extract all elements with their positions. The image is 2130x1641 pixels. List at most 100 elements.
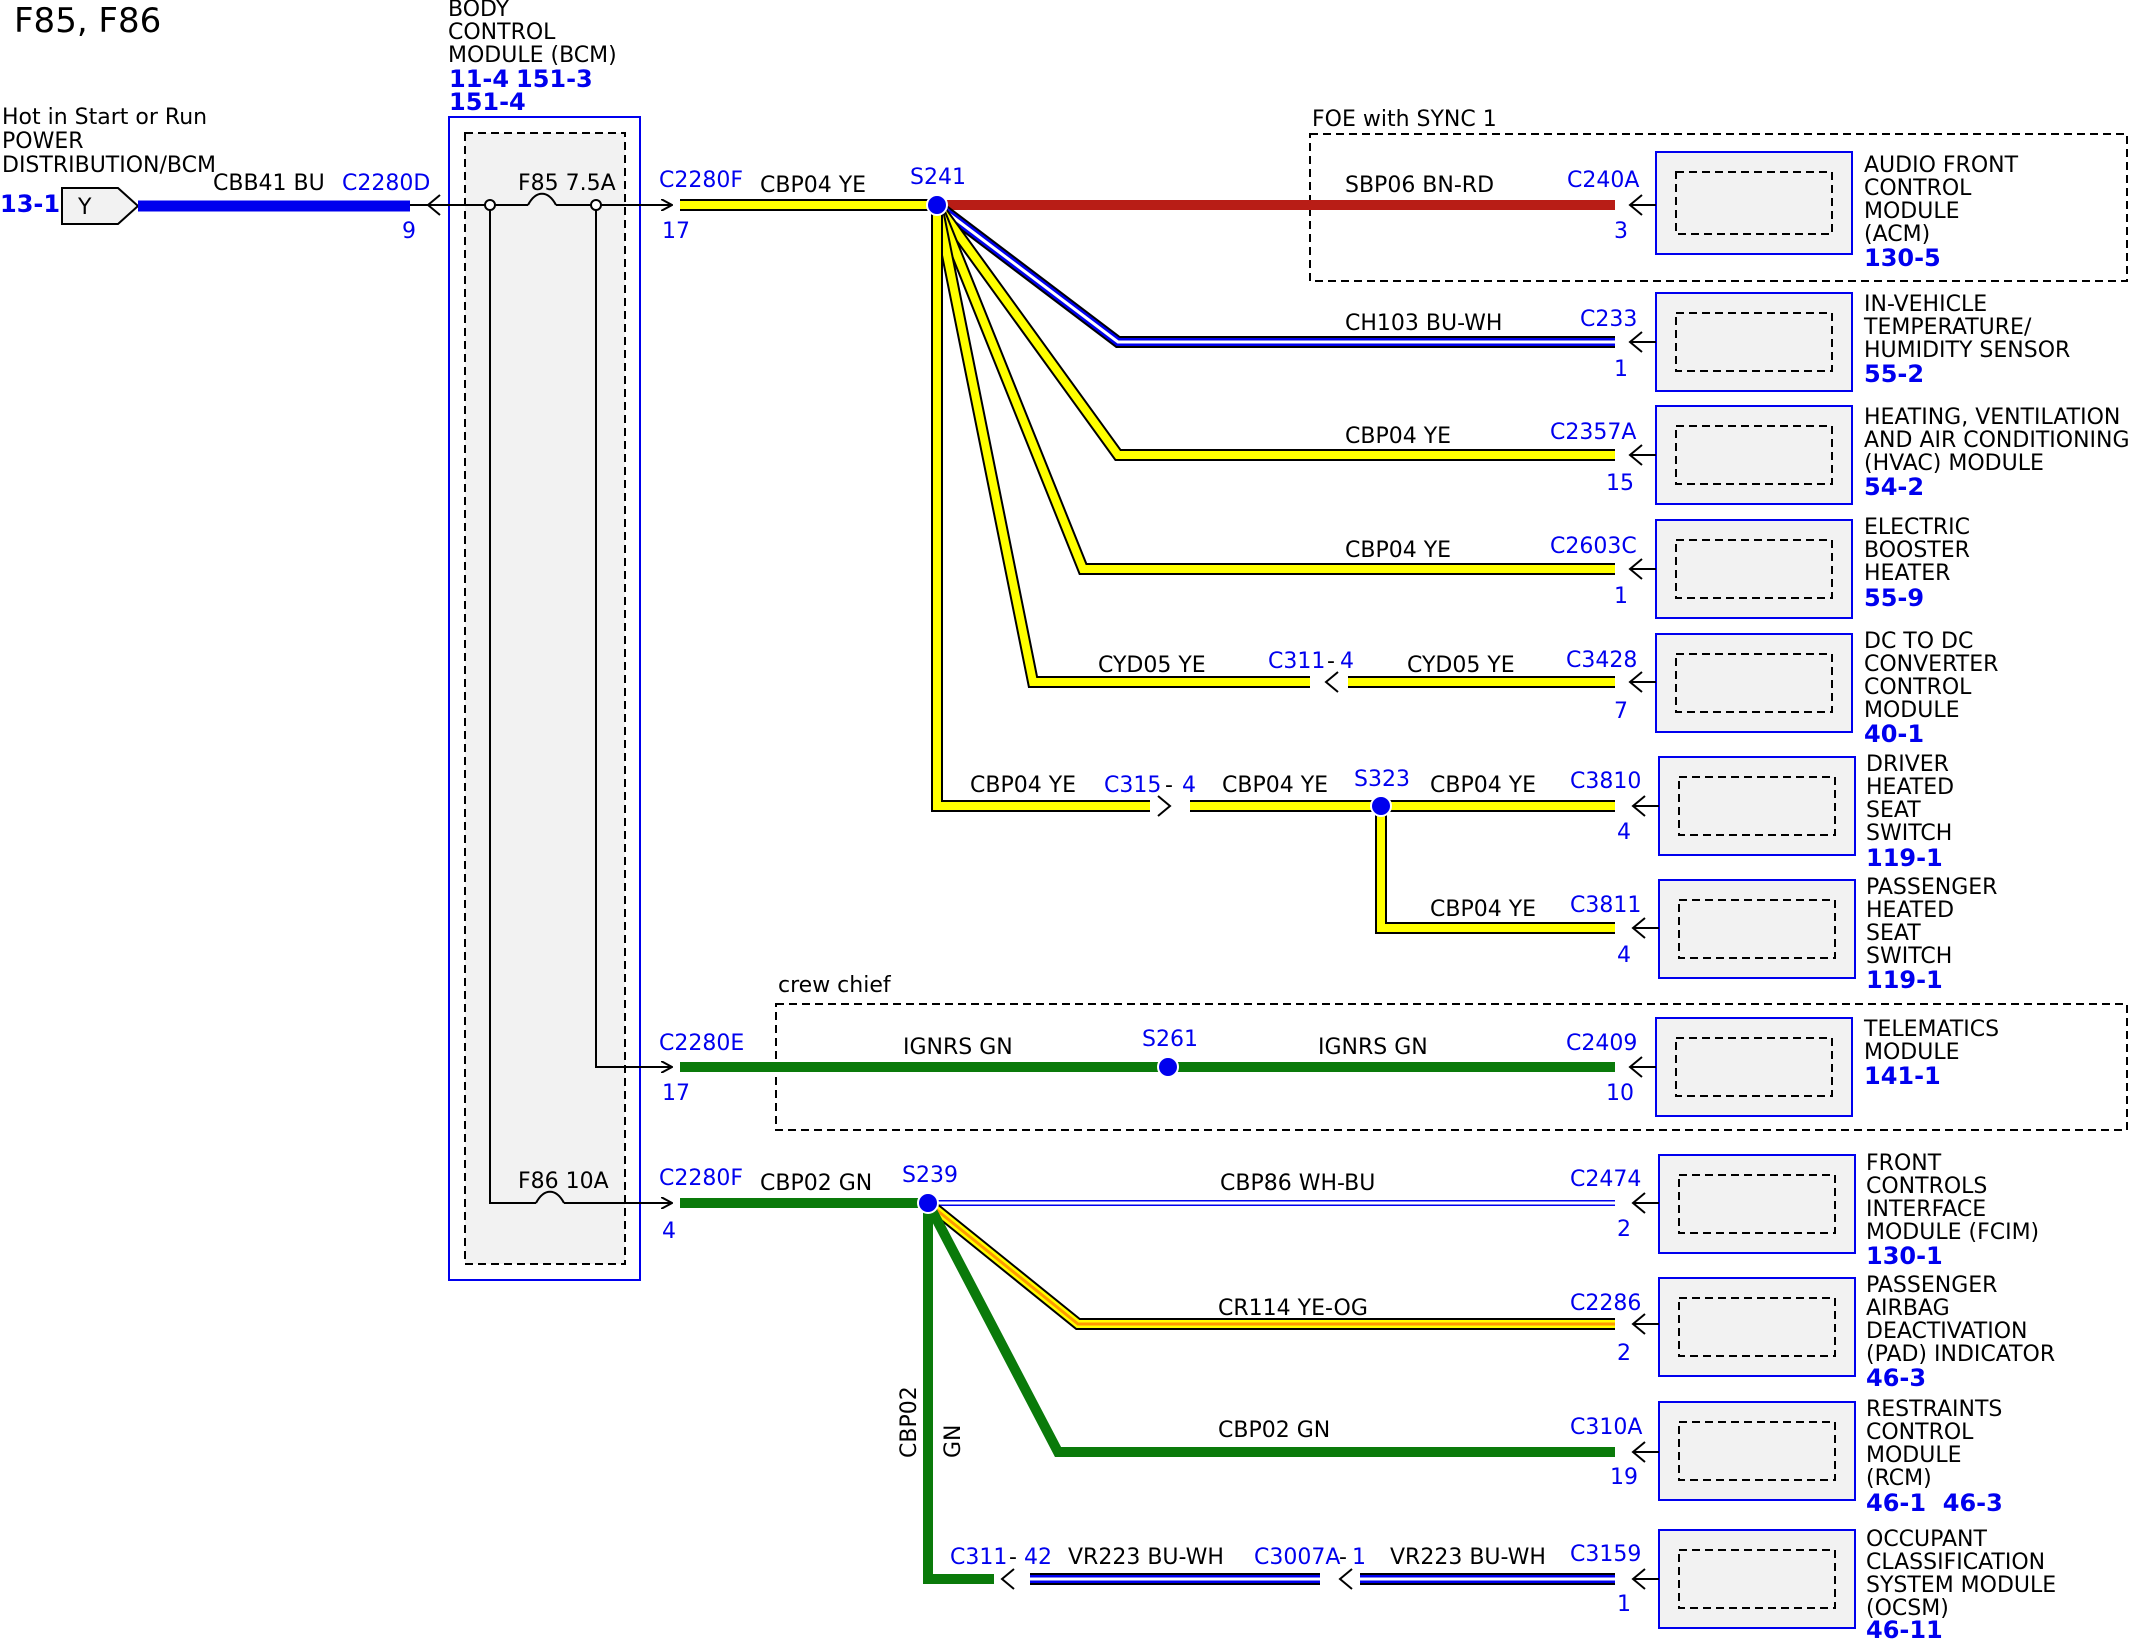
module-humidity-sensor-box — [1655, 292, 1853, 392]
circuit-labels: SBP06 BN-RD CH103 BU-WH CBP04 YE CBP04 Y… — [897, 173, 1546, 1570]
module-rcm[interactable]: C310A 19 RESTRAINTS CONTROL MODULE (RCM)… — [1570, 1397, 2003, 1517]
module-ocsm-box — [1658, 1529, 1856, 1629]
module-hvac-line-2: AND AIR CONDITIONING — [1864, 428, 2130, 453]
module-input-arrow — [1631, 917, 1659, 939]
module-passenger-seat-switch-line-1: PASSENGER — [1866, 875, 1997, 900]
wiring-diagram: F85, F86 Hot in Start or Run POWER DISTR… — [0, 0, 2130, 1641]
module-ocsm-line-2: CLASSIFICATION — [1866, 1550, 2045, 1575]
module-passenger-seat-switch[interactable]: C3811 4 PASSENGER HEATED SEAT SWITCH 119… — [1570, 875, 1997, 994]
module-dc-dc-converter-pin: 7 — [1614, 699, 1628, 724]
circuit-vr223-right: VR223 BU-WH — [1390, 1545, 1546, 1570]
module-booster-heater-ref[interactable]: 55-9 — [1864, 584, 1924, 612]
module-dc-dc-converter-line-3: CONTROL — [1864, 675, 1972, 700]
source-connector-shape — [61, 187, 140, 225]
module-driver-seat-switch-line-2: HEATED — [1866, 775, 1954, 800]
module-driver-seat-switch[interactable]: C3810 4 DRIVER HEATED SEAT SWITCH 119-1 — [1570, 752, 1954, 872]
c311-inline-name: C311 — [1268, 649, 1325, 674]
c3007a-inline-pin: 1 — [1352, 1545, 1366, 1570]
module-rcm-line-2: CONTROL — [1866, 1420, 1974, 1445]
out-c2280f2-connector: C2280F — [659, 1166, 743, 1191]
source-connector-label: C2280D — [342, 171, 430, 196]
module-fcim-connector: C2474 — [1570, 1167, 1641, 1192]
module-humidity-sensor-ref[interactable]: 55-2 — [1864, 360, 1924, 388]
diagram-title: F85, F86 — [14, 1, 161, 41]
c315-inline-dash: - — [1165, 773, 1173, 798]
module-telematics-connector: C2409 — [1566, 1031, 1637, 1056]
module-input-arrow — [1628, 558, 1656, 580]
module-humidity-sensor-pin: 1 — [1614, 357, 1628, 382]
splice-s239[interactable] — [917, 1192, 939, 1214]
module-rcm-line-1: RESTRAINTS — [1866, 1397, 2002, 1422]
circuit-cyd05-right: CYD05 YE — [1407, 653, 1515, 678]
module-pad-indicator-ref[interactable]: 46-3 — [1866, 1364, 1926, 1392]
module-driver-seat-switch-ref[interactable]: 119-1 — [1866, 844, 1943, 872]
splice-s323[interactable] — [1370, 795, 1392, 817]
module-rcm-ref[interactable]: 46-1 46-3 — [1866, 1489, 2003, 1517]
module-telematics-ref[interactable]: 141-1 — [1864, 1062, 1941, 1090]
module-passenger-seat-switch-ref[interactable]: 119-1 — [1866, 966, 1943, 994]
module-fcim-line-3: INTERFACE — [1866, 1197, 1986, 1222]
module-input-arrow — [1631, 1192, 1659, 1214]
bcm-ref-c[interactable]: 151-4 — [449, 88, 526, 116]
module-passenger-seat-switch-box — [1658, 879, 1856, 979]
module-driver-seat-switch-line-3: SEAT — [1866, 798, 1921, 823]
circuit-cbp04-seat-b: CBP04 YE — [1222, 773, 1328, 798]
module-passenger-seat-switch-line-2: HEATED — [1866, 898, 1954, 923]
splice-s241[interactable] — [926, 194, 948, 216]
splice-s323-label: S323 — [1354, 767, 1410, 792]
module-acm-connector: C240A — [1567, 168, 1639, 193]
module-input-arrow — [1628, 444, 1656, 466]
out-c2280e-pin: 17 — [662, 1081, 690, 1106]
bcm-module: BODY CONTROL MODULE (BCM) 11-4 151-3 151… — [448, 0, 641, 1281]
module-acm-box — [1655, 151, 1853, 255]
module-dc-dc-converter-connector: C3428 — [1566, 648, 1637, 673]
module-acm-line-3: MODULE — [1864, 199, 1960, 224]
module-dc-dc-converter-line-2: CONVERTER — [1864, 652, 1998, 677]
module-driver-seat-switch-box — [1658, 756, 1856, 856]
module-ocsm[interactable]: C3159 1 OCCUPANT CLASSIFICATION SYSTEM M… — [1570, 1527, 2056, 1641]
splice-s261[interactable] — [1157, 1056, 1179, 1078]
module-input-arrow — [1631, 1441, 1659, 1463]
circuit-cr114: CR114 YE-OG — [1218, 1296, 1368, 1321]
module-driver-seat-switch-line-1: DRIVER — [1866, 752, 1949, 777]
module-acm-ref[interactable]: 130-5 — [1864, 244, 1941, 272]
module-telematics-line-1: TELEMATICS — [1863, 1017, 1999, 1042]
module-acm-line-2: CONTROL — [1864, 176, 1972, 201]
module-fcim-ref[interactable]: 130-1 — [1866, 1242, 1943, 1270]
module-pad-indicator-line-1: PASSENGER — [1866, 1273, 1997, 1298]
module-rcm-box — [1658, 1401, 1856, 1501]
module-hvac-box — [1655, 405, 1853, 505]
bcm-label-1: BODY — [448, 0, 510, 22]
module-pad-indicator-connector: C2286 — [1570, 1291, 1641, 1316]
module-fcim[interactable]: C2474 2 FRONT CONTROLS INTERFACE MODULE … — [1570, 1151, 2039, 1270]
module-dc-dc-converter-box — [1655, 633, 1853, 733]
module-acm-pin: 3 — [1614, 219, 1628, 244]
module-booster-heater-connector: C2603C — [1550, 534, 1637, 559]
c311-inline-pin: 4 — [1340, 649, 1354, 674]
wire-layer — [138, 199, 1615, 1585]
out-cbp04-circuit: CBP04 YE — [760, 173, 866, 198]
module-fcim-line-1: FRONT — [1866, 1151, 1942, 1176]
module-rcm-line-4: (RCM) — [1866, 1466, 1932, 1491]
foe-sync1-group-label: FOE with SYNC 1 — [1312, 107, 1497, 132]
out-c2280f-pin: 17 — [662, 219, 690, 244]
module-telematics-box — [1655, 1017, 1853, 1117]
module-dc-dc-converter[interactable]: C3428 7 DC TO DC CONVERTER CONTROL MODUL… — [1566, 629, 1998, 748]
circuit-cbp86: CBP86 WH-BU — [1220, 1171, 1375, 1196]
module-input-arrow — [1631, 1568, 1659, 1590]
bcm-ref-b[interactable]: 151-3 — [516, 65, 593, 93]
crew-chief-group-label: crew chief — [778, 973, 892, 998]
module-acm-line-1: AUDIO FRONT — [1864, 153, 2019, 178]
module-booster-heater-line-2: BOOSTER — [1864, 538, 1970, 563]
module-acm[interactable]: C240A 3 AUDIO FRONT CONTROL MODULE (ACM)… — [1567, 151, 2019, 272]
circuit-cbp04-pass: CBP04 YE — [1430, 897, 1536, 922]
module-list: C240A 3 AUDIO FRONT CONTROL MODULE (ACM)… — [1550, 151, 2130, 1641]
module-ocsm-ref[interactable]: 46-11 — [1866, 1616, 1943, 1641]
module-booster-heater-box — [1655, 519, 1853, 619]
power-source: Hot in Start or Run POWER DISTRIBUTION/B… — [0, 105, 430, 244]
splice-s239-label: S239 — [902, 1163, 958, 1188]
module-hvac-ref[interactable]: 54-2 — [1864, 473, 1924, 501]
module-input-arrow — [1628, 1056, 1656, 1078]
circuit-ch103: CH103 BU-WH — [1345, 311, 1502, 336]
module-dc-dc-converter-ref[interactable]: 40-1 — [1864, 720, 1924, 748]
